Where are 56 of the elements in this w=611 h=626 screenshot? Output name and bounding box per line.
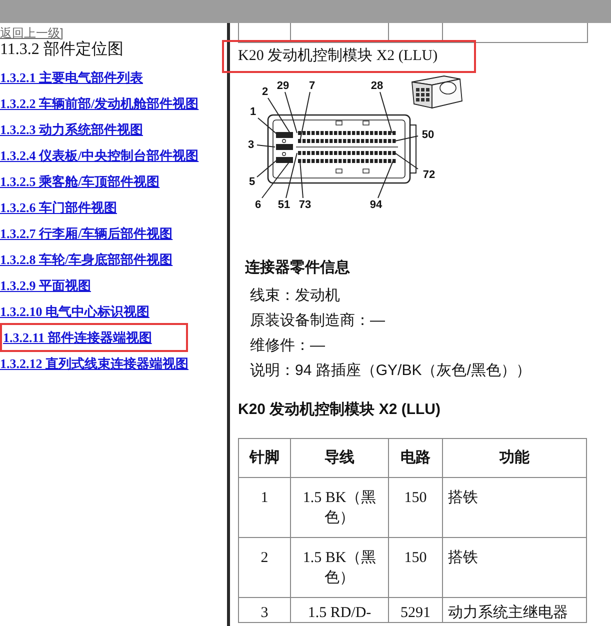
leader-line	[394, 136, 418, 142]
column-header: 导线	[290, 438, 388, 478]
connector-title: K20 发动机控制模块 X2 (LLU)	[222, 40, 476, 73]
table-cell: 2	[238, 538, 290, 598]
pin-label: 5	[248, 176, 256, 188]
pin-label: 94	[370, 199, 382, 211]
connector-housing-icon	[412, 76, 462, 109]
pin-label: 28	[370, 80, 384, 92]
pin-label: 1	[250, 106, 256, 118]
sidebar-link[interactable]: 1.3.2.11 部件连接器端视图	[0, 323, 188, 352]
table-cell: 搭铁	[442, 478, 586, 538]
pin-label: 50	[422, 129, 434, 141]
table-cell: 150	[388, 478, 442, 538]
info-line: 维修件：—	[250, 336, 325, 356]
table-cell: 动力系统主继电器	[442, 598, 586, 622]
sidebar-link[interactable]: 1.3.2.7 行李厢/车辆后部件视图	[0, 226, 173, 241]
pin-label: 2	[262, 86, 268, 98]
back-link[interactable]: 返回上一级]	[0, 26, 64, 40]
sidebar-link[interactable]: 1.3.2.5 乘客舱/车顶部件视图	[0, 174, 160, 189]
sidebar-link[interactable]: 1.3.2.1 主要电气部件列表	[0, 70, 143, 85]
sidebar-link[interactable]: 1.3.2.2 车辆前部/发动机舱部件视图	[0, 96, 199, 111]
table-cell: 1.5 RD/D-	[290, 598, 388, 622]
info-line: 线束：发动机	[250, 286, 340, 306]
table-cell: 3	[238, 598, 290, 622]
table-cell: 150	[388, 538, 442, 598]
pin-label: 51	[278, 199, 290, 211]
column-header: 针脚	[238, 438, 290, 478]
sidebar-link[interactable]: 1.3.2.3 动力系统部件视图	[0, 122, 143, 137]
info-heading: 连接器零件信息	[245, 258, 350, 278]
sidebar-link[interactable]: 1.3.2.4 仪表板/中央控制台部件视图	[0, 148, 199, 163]
leader-line	[256, 144, 276, 148]
leader-line	[300, 92, 310, 142]
pin-label: 3	[248, 139, 254, 151]
pin-label: 72	[422, 169, 436, 181]
table-cell: 5291	[388, 598, 442, 622]
info-line: 原装设备制造商：—	[250, 311, 385, 331]
sidebar-link[interactable]: 1.3.2.10 电气中心标识视图	[0, 304, 150, 319]
column-header: 功能	[442, 438, 586, 478]
section-title: 11.3.2 部件定位图	[0, 40, 124, 60]
table-cell: 1.5 BK（黑色）	[290, 538, 388, 598]
pin-label: 6	[254, 199, 262, 211]
pin-label: 73	[298, 199, 312, 211]
pin-label: 29	[276, 80, 290, 92]
sidebar-link[interactable]: 1.3.2.9 平面视图	[0, 278, 91, 293]
leader-line	[300, 160, 304, 198]
info-line: 说明：94 路插座（GY/BK（灰色/黑色））	[250, 361, 531, 381]
table-cell: 1.5 BK（黑色）	[290, 478, 388, 538]
leader-line	[380, 92, 392, 134]
sidebar-link[interactable]: 1.3.2.12 直列式线束连接器端视图	[0, 356, 188, 371]
sidebar-link[interactable]: 1.3.2.8 车轮/车身底部部件视图	[0, 252, 173, 267]
table-cell: 1	[238, 478, 290, 538]
column-header: 电路	[388, 438, 442, 478]
sidebar-link[interactable]: 1.3.2.6 车门部件视图	[0, 200, 117, 215]
table-cell: 搭铁	[442, 538, 586, 598]
pin-label: 7	[308, 80, 316, 92]
table-title: K20 发动机控制模块 X2 (LLU)	[238, 400, 441, 420]
